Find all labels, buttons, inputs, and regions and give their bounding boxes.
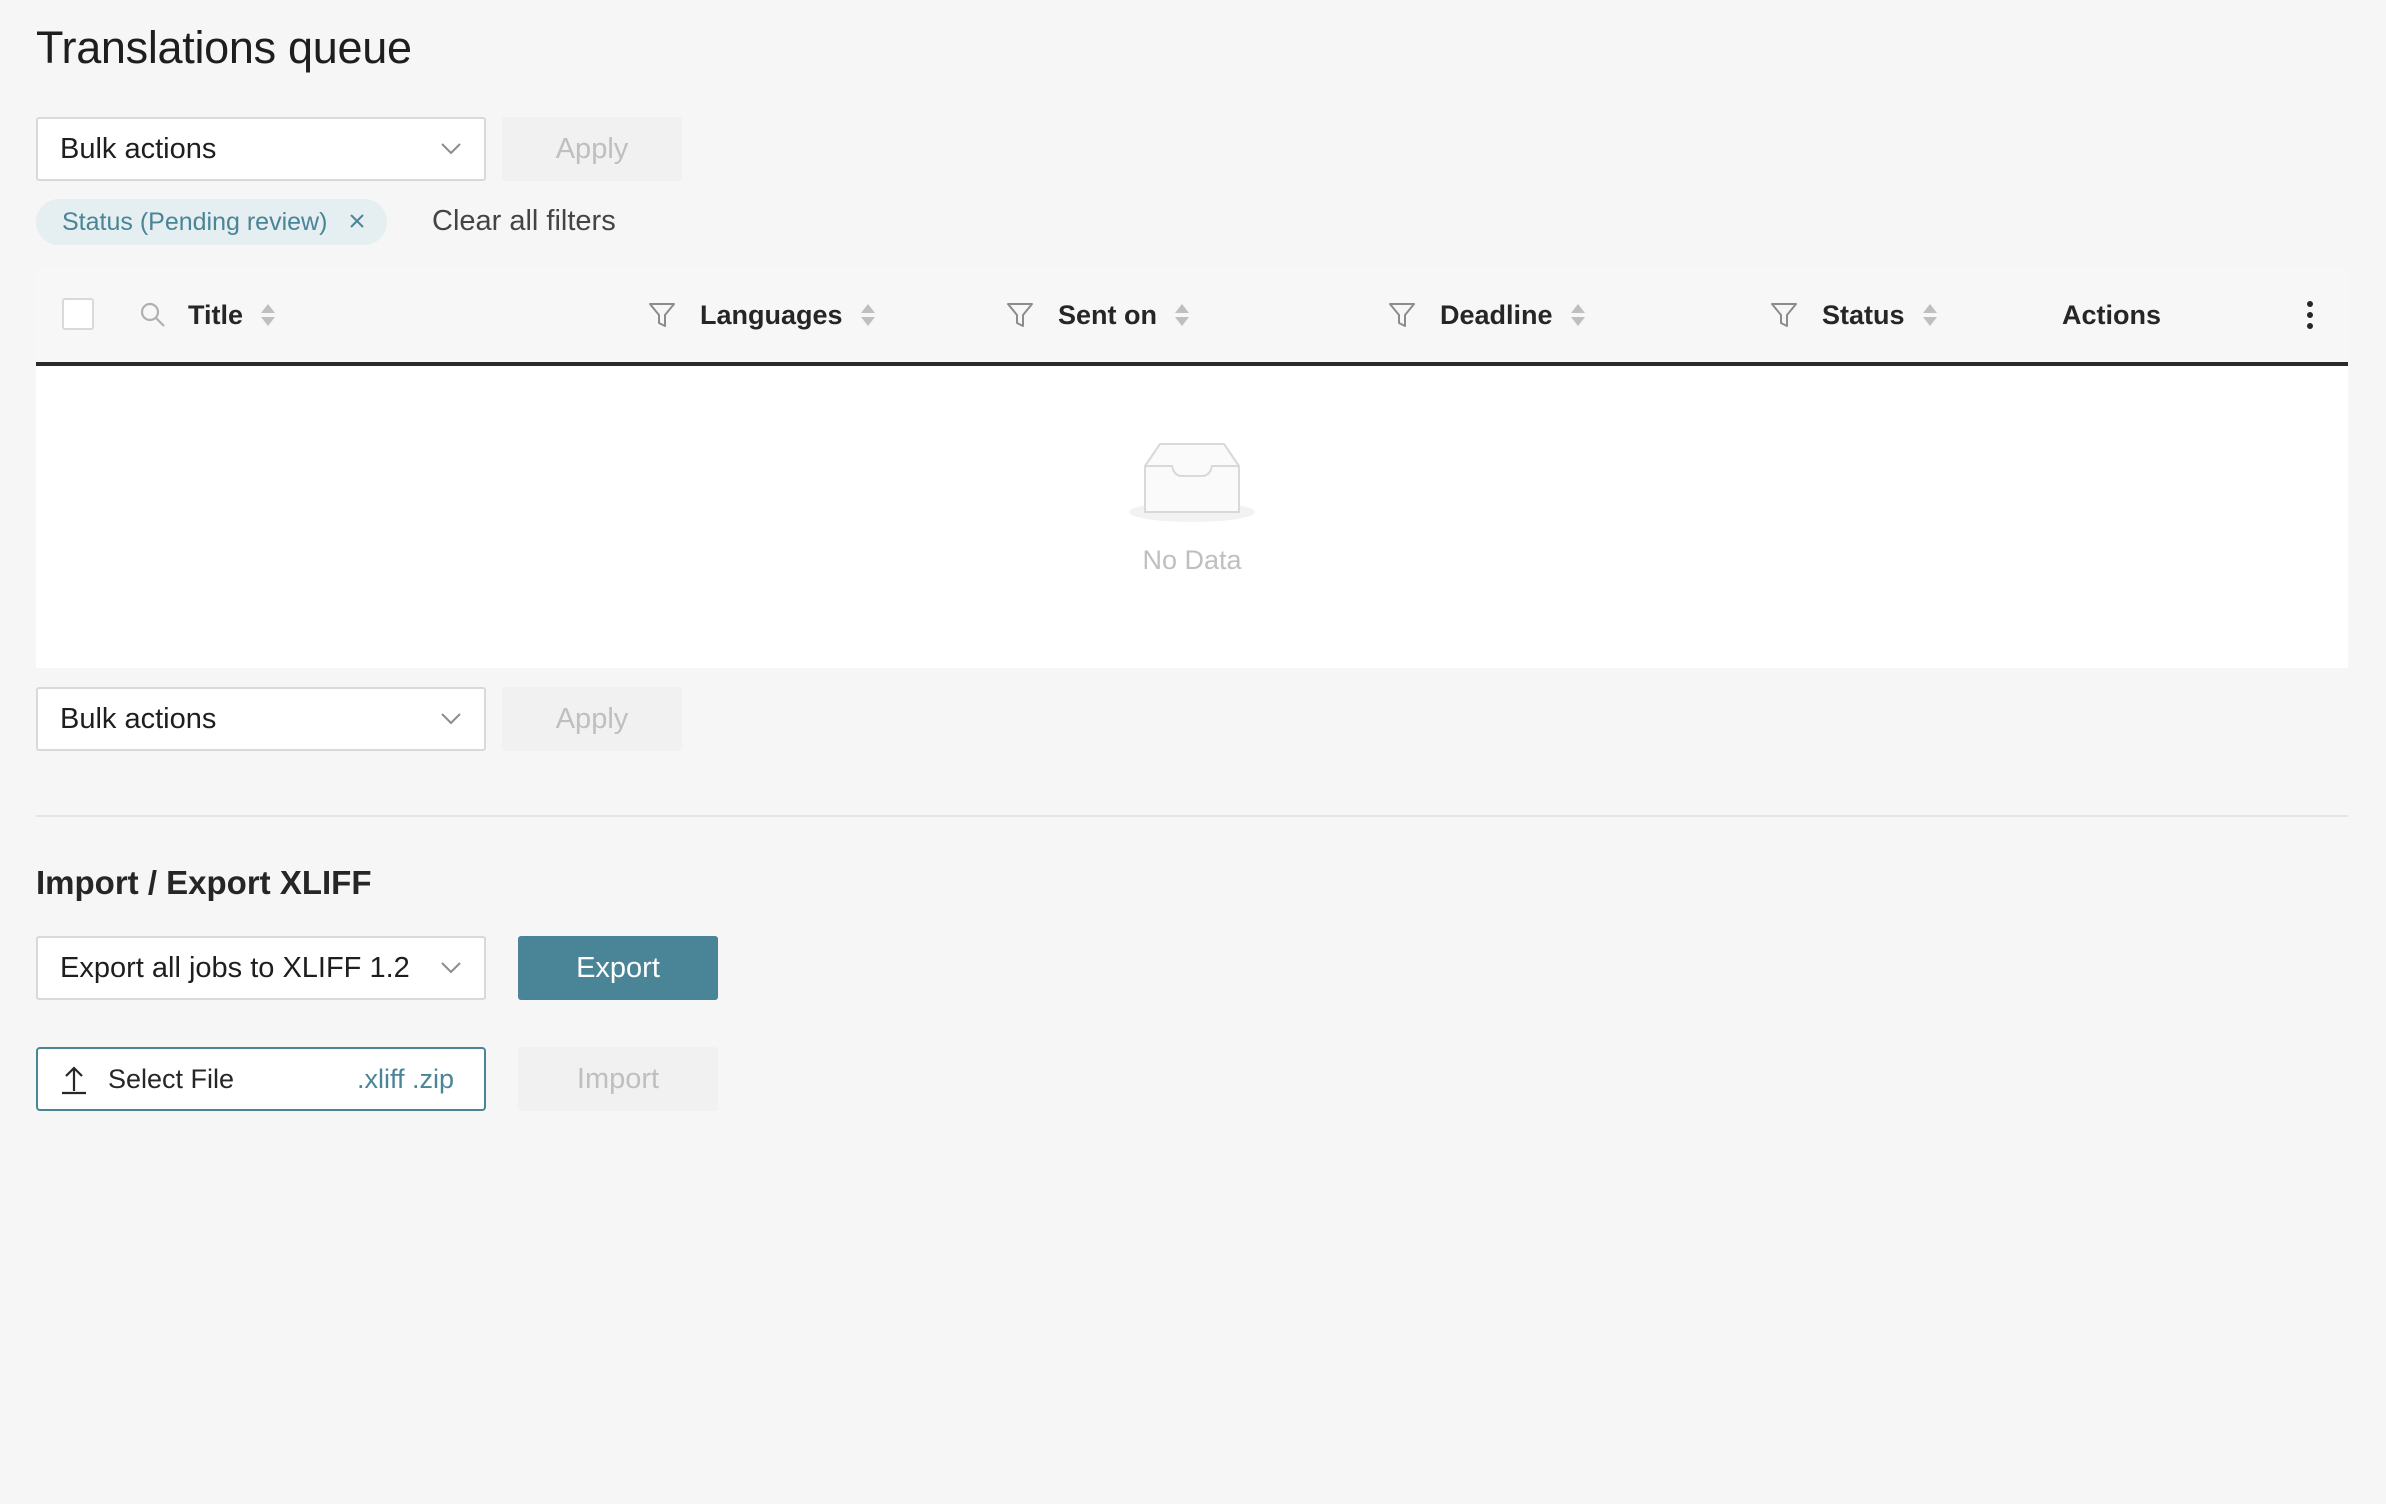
filter-chip-label: Status (Pending review) (62, 207, 328, 236)
export-format-value: Export all jobs to XLIFF 1.2 (60, 951, 410, 984)
sort-icon[interactable] (860, 304, 875, 326)
upload-icon (60, 1063, 88, 1095)
sort-icon[interactable] (1570, 304, 1585, 326)
column-header-actions: Actions (2062, 268, 2161, 362)
filter-icon[interactable] (648, 301, 676, 329)
clear-all-filters-link[interactable]: Clear all filters (432, 205, 616, 238)
bulk-actions-select-bottom[interactable]: Bulk actions (36, 687, 486, 751)
empty-state-text: No Data (1142, 545, 1242, 575)
column-header-sent-on: Sent on (1006, 268, 1189, 362)
column-label: Actions (2062, 299, 2162, 330)
export-button[interactable]: Export (518, 936, 718, 1000)
select-file-button[interactable]: Select File .xliff .zip (36, 1047, 486, 1111)
sort-icon[interactable] (1175, 304, 1189, 326)
sort-icon[interactable] (261, 304, 276, 326)
more-vertical-icon[interactable] (2306, 268, 2314, 362)
import-button[interactable]: Import (518, 1047, 718, 1111)
column-header-title: Title (140, 268, 276, 362)
file-extensions: .xliff .zip (356, 1063, 454, 1094)
column-header-deadline: Deadline (1388, 268, 1585, 362)
section-divider (36, 815, 2348, 817)
column-label[interactable]: Title (188, 300, 243, 331)
empty-state: No Data (36, 366, 2348, 668)
column-header-status: Status (1770, 268, 1937, 362)
filter-icon[interactable] (1006, 301, 1034, 329)
column-label[interactable]: Deadline (1440, 300, 1553, 331)
chevron-down-icon (440, 138, 462, 160)
chevron-down-icon (440, 957, 462, 979)
column-label[interactable]: Languages (700, 300, 843, 331)
bulk-actions-value: Bulk actions (60, 132, 217, 165)
column-label[interactable]: Sent on (1058, 300, 1157, 331)
column-label[interactable]: Status (1822, 300, 1905, 331)
export-format-select[interactable]: Export all jobs to XLIFF 1.2 (36, 936, 486, 1000)
filter-chip-status[interactable]: Status (Pending review) (36, 199, 388, 245)
sort-icon[interactable] (1922, 304, 1937, 326)
apply-button-top[interactable]: Apply (502, 117, 682, 181)
select-file-label: Select File (108, 1063, 235, 1094)
apply-button-bottom[interactable]: Apply (502, 687, 682, 751)
bulk-actions-value: Bulk actions (60, 702, 217, 735)
search-icon[interactable] (140, 302, 166, 328)
column-header-languages: Languages (648, 268, 875, 362)
chevron-down-icon (440, 708, 462, 730)
filter-icon[interactable] (1388, 301, 1416, 329)
table-header: Title Languages Sent on Deadline Status … (36, 268, 2348, 366)
bulk-actions-select-top[interactable]: Bulk actions (36, 117, 486, 181)
close-icon[interactable] (349, 210, 365, 234)
import-export-title: Import / Export XLIFF (36, 864, 372, 901)
page-title: Translations queue (36, 22, 412, 73)
filter-icon[interactable] (1770, 301, 1798, 329)
select-all-checkbox[interactable] (62, 298, 94, 330)
empty-inbox-icon (1127, 442, 1257, 529)
jobs-table: Title Languages Sent on Deadline Status … (36, 268, 2348, 668)
